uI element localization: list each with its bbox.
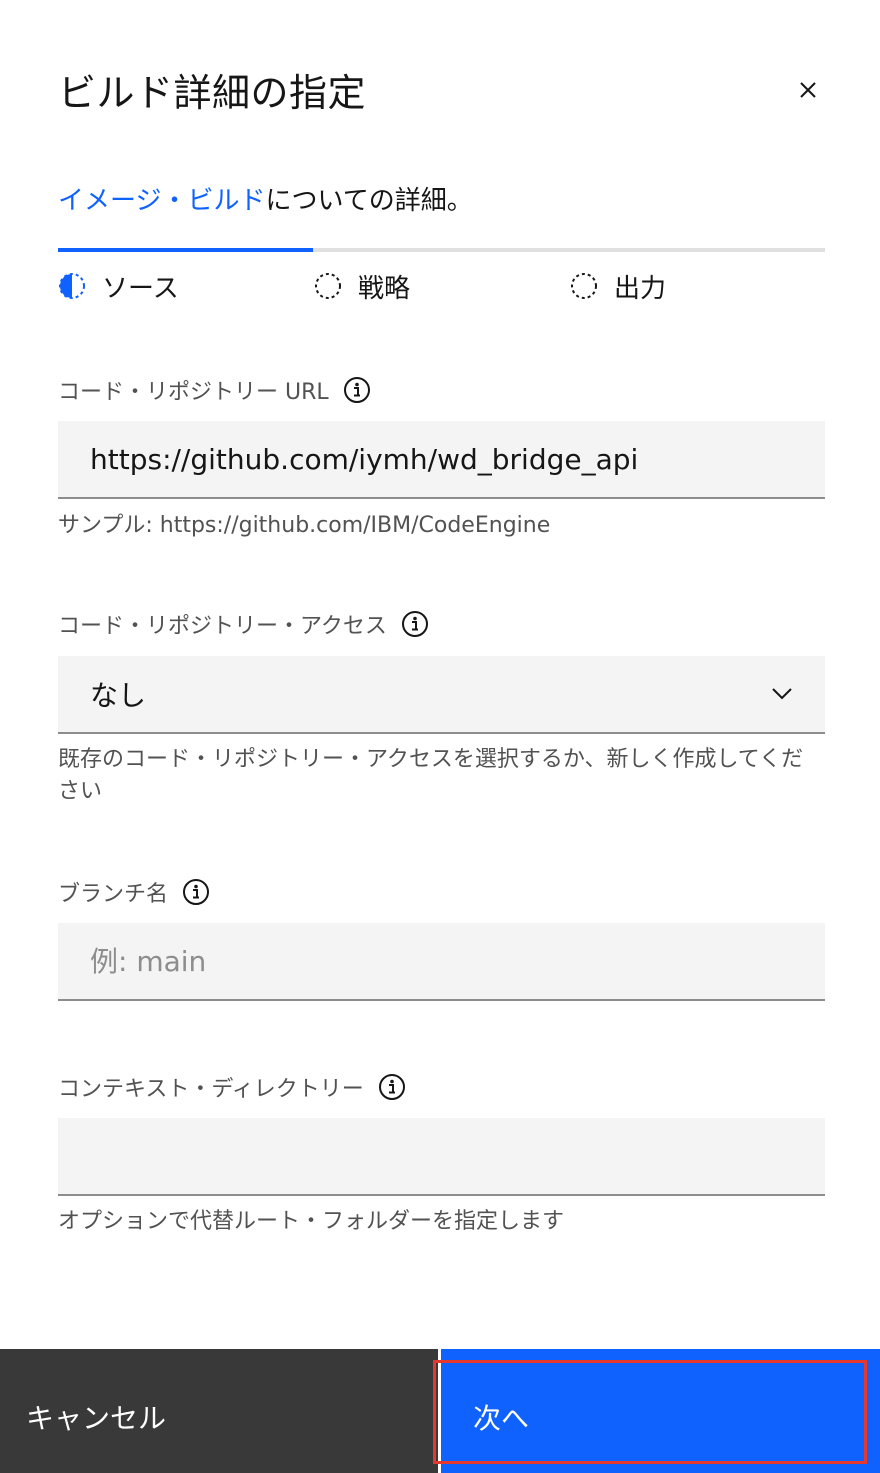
- repo-url-field: [58, 421, 825, 499]
- modal-footer: キャンセル 次へ: [0, 1349, 880, 1473]
- branch-input[interactable]: [58, 923, 825, 999]
- dashed-circle-icon: [315, 273, 341, 299]
- chevron-down-icon: [772, 688, 792, 700]
- half-circle-icon: [59, 273, 85, 299]
- branch-field: [58, 923, 825, 1001]
- modal-title: ビルド詳細の指定: [58, 71, 367, 115]
- info-icon[interactable]: [343, 376, 371, 404]
- info-icon[interactable]: [378, 1073, 406, 1101]
- context-dir-input[interactable]: [58, 1118, 825, 1194]
- step-label: 戦略: [358, 273, 411, 304]
- branch-label: ブランチ名: [58, 882, 169, 907]
- repo-url-label: コード・リポジトリー URL: [58, 380, 329, 405]
- intro-text: イメージ・ビルドについての詳細。: [58, 180, 473, 217]
- step-label: 出力: [614, 273, 667, 304]
- repo-url-input[interactable]: [58, 421, 825, 497]
- cancel-button[interactable]: キャンセル: [0, 1349, 438, 1473]
- next-button[interactable]: 次へ: [441, 1349, 880, 1473]
- context-dir-helper: オプションで代替ルート・フォルダーを指定します: [58, 1209, 565, 1234]
- repo-access-selected: なし: [90, 679, 147, 712]
- context-dir-label: コンテキスト・ディレクトリー: [58, 1077, 364, 1102]
- step-strategy[interactable]: 戦略: [314, 268, 410, 304]
- step-output[interactable]: 出力: [570, 268, 666, 304]
- repo-access-label-row: コード・リポジトリー・アクセス: [58, 608, 429, 640]
- step-label: ソース: [102, 273, 179, 304]
- step-source[interactable]: ソース: [58, 268, 179, 304]
- close-icon: [800, 82, 816, 98]
- repo-access-helper: 既存のコード・リポジトリー・アクセスを選択するか、新しく作成してください: [58, 747, 804, 804]
- progress-fill: [58, 248, 313, 252]
- context-dir-label-row: コンテキスト・ディレクトリー: [58, 1071, 406, 1103]
- dashed-circle-icon: [571, 273, 597, 299]
- context-dir-field: [58, 1118, 825, 1196]
- repo-url-helper: サンプル: https://github.com/IBM/CodeEngine: [58, 513, 551, 538]
- repo-access-select[interactable]: なし: [58, 656, 825, 734]
- intro-suffix: についての詳細。: [265, 186, 473, 216]
- branch-label-row: ブランチ名: [58, 876, 210, 908]
- info-icon[interactable]: [401, 610, 429, 638]
- close-button[interactable]: [790, 72, 826, 108]
- repo-url-label-row: コード・リポジトリー URL: [58, 374, 371, 406]
- info-icon[interactable]: [182, 878, 210, 906]
- repo-access-label: コード・リポジトリー・アクセス: [58, 614, 387, 639]
- image-build-link[interactable]: イメージ・ビルド: [58, 186, 265, 216]
